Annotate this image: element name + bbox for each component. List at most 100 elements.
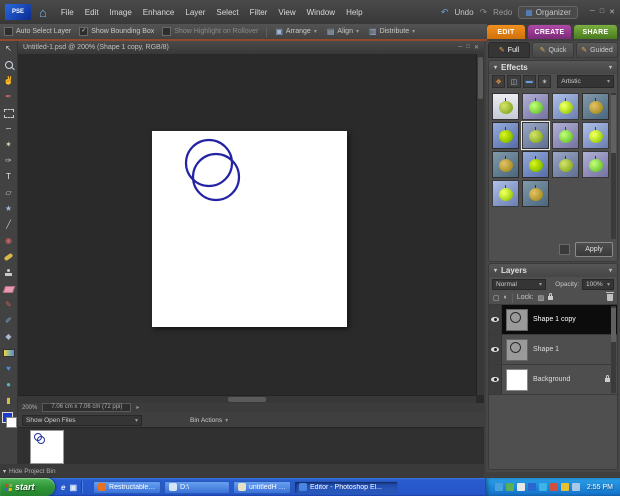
tab-guided[interactable]: ✎ Guided xyxy=(576,42,618,58)
show-desktop-icon[interactable]: ▣ xyxy=(69,483,77,492)
distribute-button[interactable]: ▥ Distribute ▾ xyxy=(369,27,415,36)
tray-icon-2[interactable] xyxy=(505,483,514,491)
menu-filter[interactable]: Filter xyxy=(250,8,268,17)
lock-all-icon[interactable] xyxy=(548,292,554,300)
effect-thumbnail-12[interactable] xyxy=(582,151,609,178)
layer-row-background[interactable]: Background xyxy=(489,365,617,395)
layers-panel-header[interactable]: ▾ Layers ▾ xyxy=(489,264,617,277)
scrollbar-thumb[interactable] xyxy=(611,308,616,342)
hand-tool[interactable]: ✌ xyxy=(0,73,17,89)
taskbar-task-restructableid-exc[interactable]: RestructableId-EXC... xyxy=(93,480,162,494)
tab-edit[interactable]: EDIT xyxy=(487,25,525,39)
doc-maximize-icon[interactable]: □ xyxy=(466,44,470,51)
redo-button[interactable]: Redo xyxy=(493,8,512,17)
straighten-tool[interactable]: ╱ xyxy=(0,217,17,233)
align-button[interactable]: ▤ Align ▾ xyxy=(327,27,359,36)
effect-thumbnail-6[interactable] xyxy=(521,121,550,150)
status-arrow-icon[interactable]: ▸ xyxy=(136,404,139,411)
gradient-tool[interactable] xyxy=(0,345,17,361)
effect-thumbnail-13[interactable] xyxy=(492,180,519,207)
filters-icon[interactable]: ❖ xyxy=(492,75,506,88)
effect-thumbnail-3[interactable] xyxy=(552,93,579,120)
effects-panel-header[interactable]: ▾ Effects ▾ xyxy=(489,61,617,74)
eyedropper-tool[interactable]: ✒ xyxy=(0,89,17,105)
tray-icon-3[interactable] xyxy=(516,483,525,491)
healing-brush-tool[interactable] xyxy=(0,249,17,265)
undo-button[interactable]: Undo xyxy=(454,8,473,17)
crop-tool[interactable]: ▱ xyxy=(0,185,17,201)
effects-scrollbar[interactable] xyxy=(611,93,616,239)
effects-category-dropdown[interactable]: Artistic ▾ xyxy=(557,75,614,88)
effect-thumbnail-1[interactable] xyxy=(492,93,519,120)
effect-thumbnail-4[interactable] xyxy=(582,93,609,120)
effect-thumbnail-2[interactable] xyxy=(522,93,549,120)
menu-edit[interactable]: Edit xyxy=(85,8,99,17)
open-file-thumbnail[interactable] xyxy=(30,430,64,464)
quick-selection-tool[interactable]: ✑ xyxy=(0,153,17,169)
taskbar-task-d[interactable]: D:\ xyxy=(164,480,231,494)
start-button[interactable]: start xyxy=(0,478,55,496)
taskbar-task-editor-photoshop-el[interactable]: Editor - Photoshop El... xyxy=(294,480,399,494)
effect-thumbnail-14[interactable] xyxy=(522,180,549,207)
visibility-toggle[interactable] xyxy=(489,365,502,394)
checkbox-show-highlight-on-rollover[interactable]: Show Highlight on Rollover xyxy=(162,27,258,36)
layer-styles-icon[interactable]: ◫ xyxy=(507,75,521,88)
eraser-tool[interactable] xyxy=(0,281,17,297)
paint-bucket-tool[interactable]: ◆ xyxy=(0,329,17,345)
clone-stamp-tool[interactable] xyxy=(0,265,17,281)
menu-view[interactable]: View xyxy=(278,8,295,17)
scrollbar-thumb[interactable] xyxy=(611,95,616,153)
horizontal-scrollbar[interactable] xyxy=(18,395,476,403)
tray-icon-8[interactable] xyxy=(571,483,580,491)
background-color-swatch[interactable] xyxy=(5,417,17,428)
bin-actions-button[interactable]: Bin Actions ▾ xyxy=(190,417,228,424)
all-effects-icon[interactable]: ✶ xyxy=(537,75,552,88)
apply-button[interactable]: Apply xyxy=(575,242,613,257)
menu-file[interactable]: File xyxy=(61,8,74,17)
scrollbar-thumb[interactable] xyxy=(228,397,266,402)
smart-brush-tool[interactable]: ✐ xyxy=(0,313,17,329)
effect-thumbnail-11[interactable] xyxy=(552,151,579,178)
hide-project-bin-bar[interactable]: ▾ Hide Project Bin xyxy=(0,464,484,478)
checkbox-show-bounding-box[interactable]: ✓ Show Bounding Box xyxy=(79,27,154,36)
visibility-toggle[interactable] xyxy=(489,305,502,334)
layer-row-shape-1-copy[interactable]: Shape 1 copy xyxy=(489,305,617,335)
layer-row-shape-1[interactable]: Shape 1 xyxy=(489,335,617,365)
shape-tool[interactable]: ♥ xyxy=(0,361,17,377)
tray-icon-1[interactable] xyxy=(494,483,503,491)
tray-icon-5[interactable] xyxy=(538,483,547,491)
zoom-tool[interactable] xyxy=(0,57,17,73)
tab-quick[interactable]: ✎ Quick xyxy=(532,42,574,58)
effect-thumbnail-9[interactable] xyxy=(492,151,519,178)
clock[interactable]: 2:55 PM xyxy=(587,484,613,491)
sponge-tool[interactable]: ▮ xyxy=(0,393,17,409)
effect-thumbnail-7[interactable] xyxy=(552,122,579,149)
panel-more-icon[interactable]: ▾ xyxy=(609,64,612,71)
doc-minimize-icon[interactable]: ─ xyxy=(458,44,462,51)
blend-mode-dropdown[interactable]: Normal ▾ xyxy=(492,278,546,290)
collapse-triangle-icon[interactable]: ▾ xyxy=(494,64,497,71)
tab-share[interactable]: SHARE xyxy=(574,25,617,39)
effects-option-icon[interactable] xyxy=(559,244,570,255)
doc-close-icon[interactable]: ✕ xyxy=(474,44,479,51)
effect-thumbnail-5[interactable] xyxy=(492,122,519,149)
cookie-cutter-tool[interactable]: ★ xyxy=(0,201,17,217)
effect-thumbnail-8[interactable] xyxy=(582,122,609,149)
tray-icon-4[interactable] xyxy=(527,483,536,491)
layers-scrollbar[interactable] xyxy=(611,306,616,393)
effect-thumbnail-10[interactable] xyxy=(522,151,549,178)
scrollbar-thumb[interactable] xyxy=(478,57,483,99)
menu-select[interactable]: Select xyxy=(216,8,238,17)
minimize-icon[interactable]: ─ xyxy=(590,8,595,16)
brush-tool[interactable]: ✎ xyxy=(0,297,17,313)
zoom-level[interactable]: 200% xyxy=(22,405,37,411)
internet-explorer-icon[interactable]: e xyxy=(61,483,65,492)
checkbox-auto-select-layer[interactable]: Auto Select Layer xyxy=(4,27,71,36)
marquee-tool[interactable] xyxy=(0,105,17,121)
taskbar-task-untitledh-paint[interactable]: untitledH - Paint xyxy=(233,480,292,494)
menu-image[interactable]: Image xyxy=(110,8,132,17)
tab-create[interactable]: CREATE xyxy=(528,25,571,39)
collapse-triangle-icon[interactable]: ▾ xyxy=(494,267,497,274)
vertical-scrollbar[interactable] xyxy=(476,54,484,395)
red-eye-tool[interactable]: ◉ xyxy=(0,233,17,249)
